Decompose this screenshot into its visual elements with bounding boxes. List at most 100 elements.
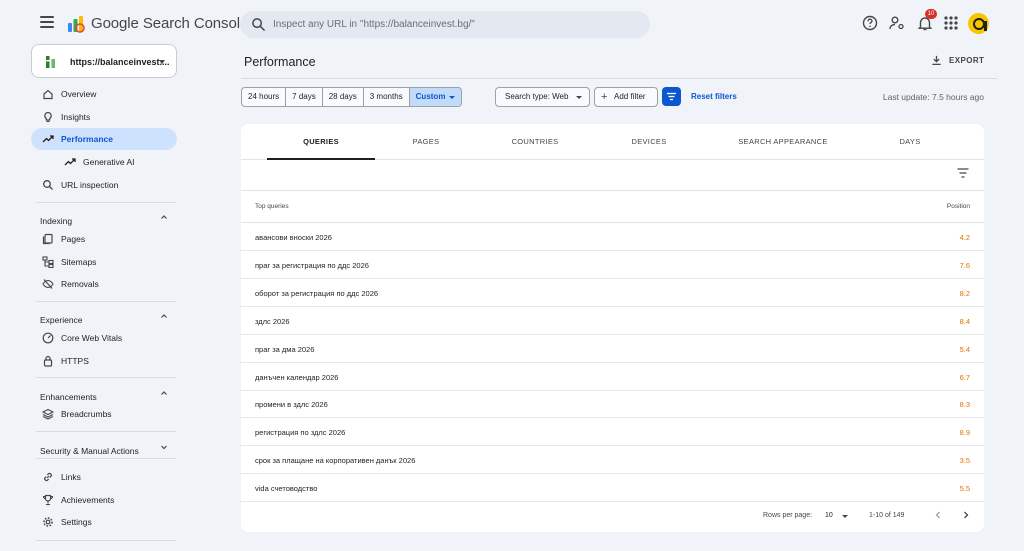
app-title[interactable]: Google Search Console bbox=[91, 15, 248, 32]
notification-badge: 10 bbox=[925, 9, 937, 19]
sidebar-item-label: Sitemaps bbox=[61, 257, 97, 267]
table-row[interactable]: промени в здлс 2026 8.3 bbox=[241, 390, 984, 419]
sidebar-item-label: Generative AI bbox=[83, 157, 135, 167]
sidebar-item-https[interactable]: HTTPS bbox=[31, 350, 177, 372]
sidebar-item-performance[interactable]: Performance bbox=[31, 128, 177, 150]
tab-search-appearance[interactable]: SEARCH APPEARANCE bbox=[721, 124, 845, 160]
next-page-icon[interactable] bbox=[961, 510, 971, 520]
sidebar-section-indexing[interactable]: Indexing bbox=[40, 211, 172, 226]
column-header-query[interactable]: Top queries bbox=[255, 203, 289, 210]
sidebar-item-label: Removals bbox=[61, 279, 99, 289]
lightbulb-icon bbox=[44, 111, 52, 123]
filter-rows-icon[interactable] bbox=[957, 168, 969, 178]
table-row[interactable]: данъчен календар 2026 6.7 bbox=[241, 363, 984, 391]
position-cell: 5.5 bbox=[959, 484, 970, 494]
sidebar-item-generative-ai[interactable]: Generative AI bbox=[31, 151, 177, 173]
sidebar-item-label: HTTPS bbox=[61, 356, 89, 366]
search-input[interactable] bbox=[273, 11, 633, 38]
apps-grid-icon[interactable] bbox=[942, 14, 960, 32]
date-range-custom[interactable]: Custom bbox=[409, 88, 462, 106]
notifications-button[interactable]: 10 bbox=[916, 9, 937, 32]
table-row[interactable]: срок за плащане на корпоративен данък 20… bbox=[241, 446, 984, 475]
sidebar-item-label: Performance bbox=[61, 134, 113, 144]
manage-users-icon[interactable] bbox=[888, 14, 906, 32]
sidebar-item-sitemaps[interactable]: Sitemaps bbox=[31, 251, 177, 273]
tab-days[interactable]: DAYS bbox=[875, 124, 945, 160]
section-title: Enhancements bbox=[40, 392, 97, 402]
sidebar-item-links[interactable]: Links bbox=[31, 466, 177, 488]
property-favicon-icon bbox=[46, 56, 55, 68]
sidebar-item-overview[interactable]: Overview bbox=[31, 83, 177, 105]
sidebar-item-removals[interactable]: Removals bbox=[31, 273, 177, 295]
divider bbox=[241, 78, 997, 79]
date-range-24-hours[interactable]: 24 hours bbox=[242, 88, 287, 106]
previous-page-icon[interactable] bbox=[933, 510, 943, 520]
sidebar-item-breadcrumbs[interactable]: Breadcrumbs bbox=[31, 403, 177, 425]
sidebar-item-settings[interactable]: Settings bbox=[31, 511, 177, 533]
table-row[interactable]: vida счетоводство 5.5 bbox=[241, 474, 984, 503]
export-button[interactable]: EXPORT bbox=[931, 53, 987, 69]
position-cell: 8.2 bbox=[959, 288, 970, 298]
query-cell: праг за дма 2026 bbox=[255, 344, 315, 354]
search-icon bbox=[43, 180, 53, 190]
tab-pages[interactable]: PAGES bbox=[391, 124, 461, 160]
property-url: https://balanceinvest.... bbox=[70, 57, 170, 67]
help-icon[interactable] bbox=[861, 14, 879, 32]
page-title: Performance bbox=[244, 55, 316, 69]
link-icon bbox=[44, 472, 52, 482]
table-row[interactable]: авансови вноски 2026 4.2 bbox=[241, 223, 984, 251]
filter-settings-button[interactable] bbox=[662, 87, 681, 106]
query-cell: регистрация по здлс 2026 bbox=[255, 428, 346, 438]
rows-per-page-select[interactable]: 10 bbox=[825, 512, 833, 519]
last-update-text: Last update: 7.5 hours ago bbox=[882, 92, 984, 102]
column-header-position[interactable]: Position bbox=[947, 203, 970, 210]
table-row[interactable]: здлс 2026 8.4 bbox=[241, 307, 984, 335]
date-range-3-months[interactable]: 3 months bbox=[364, 88, 410, 106]
sidebar-item-pages[interactable]: Pages bbox=[31, 228, 177, 250]
performance-table-card: QUERIES PAGES COUNTRIES DEVICES SEARCH APPEA… bbox=[241, 124, 984, 532]
tab-devices[interactable]: DEVICES bbox=[612, 124, 686, 160]
query-cell: vida счетоводство bbox=[255, 484, 318, 494]
table-row[interactable]: регистрация по здлс 2026 8.9 bbox=[241, 418, 984, 447]
url-inspection-search[interactable] bbox=[240, 11, 650, 38]
sidebar-item-achievements[interactable]: Achievements bbox=[31, 489, 177, 511]
add-filter-button[interactable]: + Add filter bbox=[594, 87, 658, 107]
sidebar-item-url-inspection[interactable]: URL inspection bbox=[31, 174, 177, 196]
date-range-7-days[interactable]: 7 days bbox=[286, 88, 323, 106]
property-selector[interactable]: https://balanceinvest.... bbox=[31, 44, 177, 78]
trophy-icon bbox=[42, 494, 54, 506]
reset-filters-link[interactable]: Reset filters bbox=[691, 92, 737, 101]
tab-queries[interactable]: QUERIES bbox=[267, 124, 375, 160]
position-cell: 8.4 bbox=[959, 316, 970, 326]
filter-list-icon bbox=[667, 92, 676, 101]
add-filter-label: Add filter bbox=[614, 92, 646, 101]
download-icon bbox=[932, 55, 941, 65]
search-type-filter[interactable]: Search type: Web bbox=[495, 87, 590, 107]
date-range-28-days[interactable]: 28 days bbox=[323, 88, 364, 106]
table-row[interactable]: праг за регистрация по ддс 2026 7.6 bbox=[241, 251, 984, 279]
sidebar-item-core-web-vitals[interactable]: Core Web Vitals bbox=[31, 327, 177, 349]
query-cell: авансови вноски 2026 bbox=[255, 233, 332, 242]
table-row[interactable]: оборот за регистрация по ддс 2026 8.2 bbox=[241, 279, 984, 307]
position-cell: 8.3 bbox=[959, 400, 970, 410]
chevron-up-icon bbox=[161, 391, 167, 395]
main-menu-icon[interactable] bbox=[40, 16, 54, 28]
account-avatar[interactable] bbox=[968, 13, 989, 34]
sidebar-item-insights[interactable]: Insights bbox=[31, 106, 177, 128]
sidebar-item-label: Pages bbox=[61, 234, 86, 244]
date-range-selector: 24 hours 7 days 28 days 3 months Custom bbox=[241, 87, 463, 107]
sidebar-item-label: Overview bbox=[61, 89, 97, 99]
sidebar-section-enhancements[interactable]: Enhancements bbox=[40, 387, 172, 402]
eye-off-icon bbox=[42, 279, 54, 289]
tab-countries[interactable]: COUNTRIES bbox=[503, 124, 567, 160]
section-title: Security & Manual Actions bbox=[40, 446, 139, 456]
sidebar-section-security-manual-actions[interactable]: Security & Manual Actions bbox=[40, 441, 172, 456]
query-cell: срок за плащане на корпоративен данък 20… bbox=[255, 456, 416, 466]
trending-up-icon bbox=[64, 158, 76, 166]
trending-up-icon bbox=[42, 135, 54, 143]
chevron-up-icon bbox=[161, 314, 167, 318]
table-row[interactable]: праг за дма 2026 5.4 bbox=[241, 335, 984, 363]
query-cell: праг за регистрация по ддс 2026 bbox=[255, 260, 369, 270]
sidebar-section-experience[interactable]: Experience bbox=[40, 310, 172, 325]
sidebar-item-label: Core Web Vitals bbox=[61, 333, 123, 343]
